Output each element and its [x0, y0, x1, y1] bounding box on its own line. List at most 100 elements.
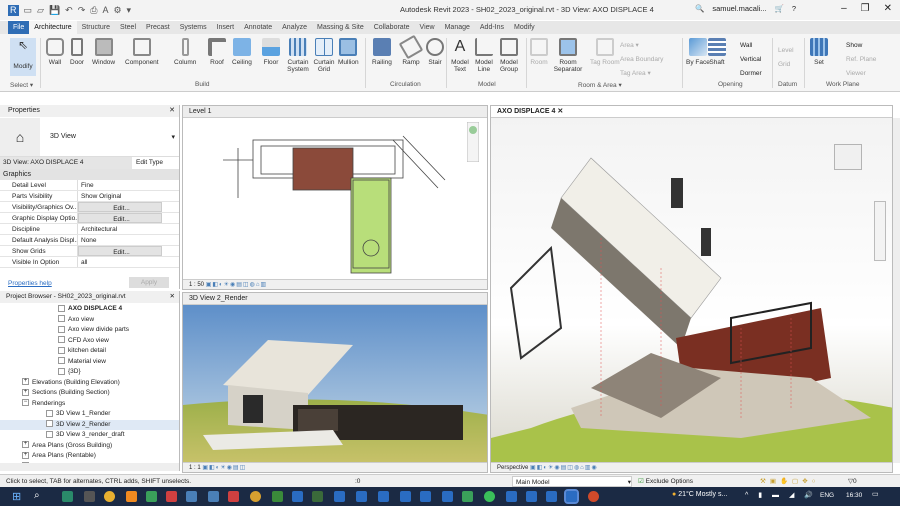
expand-toggle[interactable]: −	[22, 399, 29, 407]
edit-button[interactable]: Edit...	[78, 213, 162, 223]
browser-item[interactable]: + Sections (Building Section)	[0, 388, 179, 399]
grid-button[interactable]: Grid	[778, 58, 794, 72]
wall-opening-button[interactable]: Wall	[730, 39, 762, 53]
model-group-button[interactable]: Model Group	[498, 38, 520, 73]
edit-button[interactable]: Edit...	[78, 246, 162, 256]
tab-massing-site[interactable]: Massing & Site	[312, 21, 369, 34]
level-button[interactable]: Level	[778, 44, 794, 58]
view-tab-3d-view-2-render[interactable]: 3D View 2_Render	[183, 293, 487, 305]
column-button[interactable]: Column	[174, 38, 196, 66]
design-option-select[interactable]: Main Model ▾	[512, 476, 632, 487]
modify-button[interactable]: ⇖ Modify	[10, 38, 36, 76]
property-value[interactable]: all	[78, 257, 162, 267]
expand-toggle[interactable]: +	[22, 451, 29, 459]
browser-item[interactable]: CFD Axo view	[0, 336, 179, 347]
set-work-plane-button[interactable]: Set	[810, 38, 828, 66]
taskbar-app-icon[interactable]	[400, 491, 411, 502]
taskbar-app-icon[interactable]	[146, 491, 157, 502]
revit-taskbar-icon[interactable]	[564, 489, 579, 504]
room-area-panel-label[interactable]: Room & Area ▾	[578, 81, 622, 89]
taskbar-app-icon[interactable]	[420, 491, 431, 502]
taskbar-app-icon[interactable]	[356, 491, 367, 502]
taskbar-app-icon[interactable]	[526, 491, 537, 502]
edit-type-button[interactable]: Edit Type	[132, 157, 163, 169]
tab-collaborate[interactable]: Collaborate	[369, 21, 415, 34]
property-row[interactable]: Parts Visibility Show Original	[0, 191, 179, 202]
weather-widget[interactable]: ● 21°C Mostly s...	[672, 491, 727, 498]
view-scale[interactable]: 1 : 50	[189, 282, 204, 288]
property-value[interactable]: Fine	[78, 180, 162, 190]
wall-button[interactable]: Wall	[46, 38, 64, 66]
cart-icon[interactable]: 🛒	[775, 4, 784, 13]
close-icon[interactable]: ✕	[169, 105, 179, 117]
model-text-button[interactable]: A Model Text	[450, 38, 470, 73]
ramp-button[interactable]: Ramp	[398, 34, 424, 66]
viewcube[interactable]	[834, 144, 862, 170]
browser-item[interactable]: Material view	[0, 357, 179, 368]
whatsapp-icon[interactable]	[484, 491, 495, 502]
property-row[interactable]: Discipline Architectural	[0, 224, 179, 235]
browser-item[interactable]: 3D View 3_render_draft	[0, 430, 179, 441]
language-indicator[interactable]: ENG	[820, 492, 834, 499]
component-button[interactable]: Component	[125, 38, 159, 66]
property-row[interactable]: Visibility/Graphics Ov... Edit...	[0, 202, 179, 213]
minimize-button[interactable]: –	[841, 3, 847, 14]
horizontal-scrollbar[interactable]	[0, 463, 179, 471]
graphics-group-header[interactable]: Graphics	[0, 169, 179, 180]
powerpoint-icon[interactable]	[588, 491, 599, 502]
taskbar-app-icon[interactable]	[546, 491, 557, 502]
view-control-bar[interactable]: Perspective ▣◧◐☀◉▤◫◍⌂▥◉	[491, 462, 892, 472]
taskbar-app-icon[interactable]	[506, 491, 517, 502]
help-icon[interactable]: ?	[792, 4, 796, 13]
property-value[interactable]: Show Original	[78, 191, 162, 201]
view-scale[interactable]: 1 : 1	[189, 465, 201, 471]
browser-item[interactable]: + Elevations (Building Elevation)	[0, 378, 179, 389]
tab-file[interactable]: File	[8, 21, 30, 34]
tab-steel[interactable]: Steel	[115, 21, 141, 34]
taskbar-app-icon[interactable]	[62, 491, 73, 502]
property-row[interactable]: Default Analysis Displ... None	[0, 235, 179, 246]
stair-button[interactable]: Stair	[426, 38, 444, 66]
property-row[interactable]: Graphic Display Optio... Edit...	[0, 213, 179, 224]
mullion-button[interactable]: Mullion	[338, 38, 359, 66]
taskbar-app-icon[interactable]	[462, 491, 473, 502]
railing-button[interactable]: Railing	[372, 38, 392, 66]
shaft-button[interactable]: Shaft	[708, 38, 726, 66]
door-button[interactable]: Door	[70, 38, 84, 66]
tab-manage[interactable]: Manage	[440, 21, 475, 34]
dormer-button[interactable]: Dormer	[730, 67, 762, 81]
close-icon[interactable]: ✕	[170, 291, 179, 303]
tab-architecture[interactable]: Architecture	[29, 21, 77, 34]
instance-selector[interactable]: 3D View: AXO DISPLACE 4	[0, 157, 132, 169]
ref-plane-button[interactable]: Ref. Plane	[836, 53, 876, 67]
quick-access-toolbar[interactable]: R ▭ ▱ 💾 ↶ ↷ ⎙ A ⚙ ▾	[0, 4, 131, 16]
browser-item[interactable]: 3D View 1_Render	[0, 409, 179, 420]
vlc-icon[interactable]	[126, 491, 137, 502]
windows-start-icon[interactable]: ⊞	[12, 490, 21, 503]
property-value[interactable]: Architectural	[78, 224, 162, 234]
browser-item[interactable]: Axo view divide parts	[0, 325, 179, 336]
window-button[interactable]: Window	[92, 38, 115, 66]
viewport-axo-displace-4[interactable]: AXO DISPLACE 4 ✕ Perspective ▣◧◐☀◉▤◫◍⌂▥◉	[490, 105, 893, 473]
view-control-bar[interactable]: 1 : 50 ▣◧◐☀◉▤◫◍⌂▥	[183, 279, 487, 289]
user-account[interactable]: samuel.macali...	[712, 4, 766, 13]
curtain-system-button[interactable]: Curtain System	[286, 38, 310, 73]
tab-annotate[interactable]: Annotate	[239, 21, 277, 34]
expand-toggle[interactable]: +	[22, 388, 29, 396]
browser-item[interactable]: {3D}	[0, 367, 179, 378]
tab-modify[interactable]: Modify	[509, 21, 540, 34]
close-icon[interactable]: ✕	[557, 108, 563, 115]
tag-room-button[interactable]: Tag Room	[590, 38, 620, 66]
by-face-button[interactable]: By Face	[686, 38, 710, 66]
room-separator-button[interactable]: Room Separator	[552, 38, 584, 73]
taskbar-app-icon[interactable]	[228, 491, 239, 502]
viewer-button[interactable]: Viewer	[836, 67, 876, 81]
taskbar-app-icon[interactable]	[442, 491, 453, 502]
vertical-scrollbar[interactable]	[893, 118, 900, 463]
model-line-button[interactable]: Model Line	[474, 38, 494, 73]
property-row[interactable]: Detail Level Fine	[0, 180, 179, 191]
apply-button[interactable]: Apply	[129, 277, 169, 288]
navigation-bar[interactable]	[467, 122, 479, 162]
taskbar-app-icon[interactable]	[166, 491, 177, 502]
taskbar-app-icon[interactable]	[312, 491, 323, 502]
